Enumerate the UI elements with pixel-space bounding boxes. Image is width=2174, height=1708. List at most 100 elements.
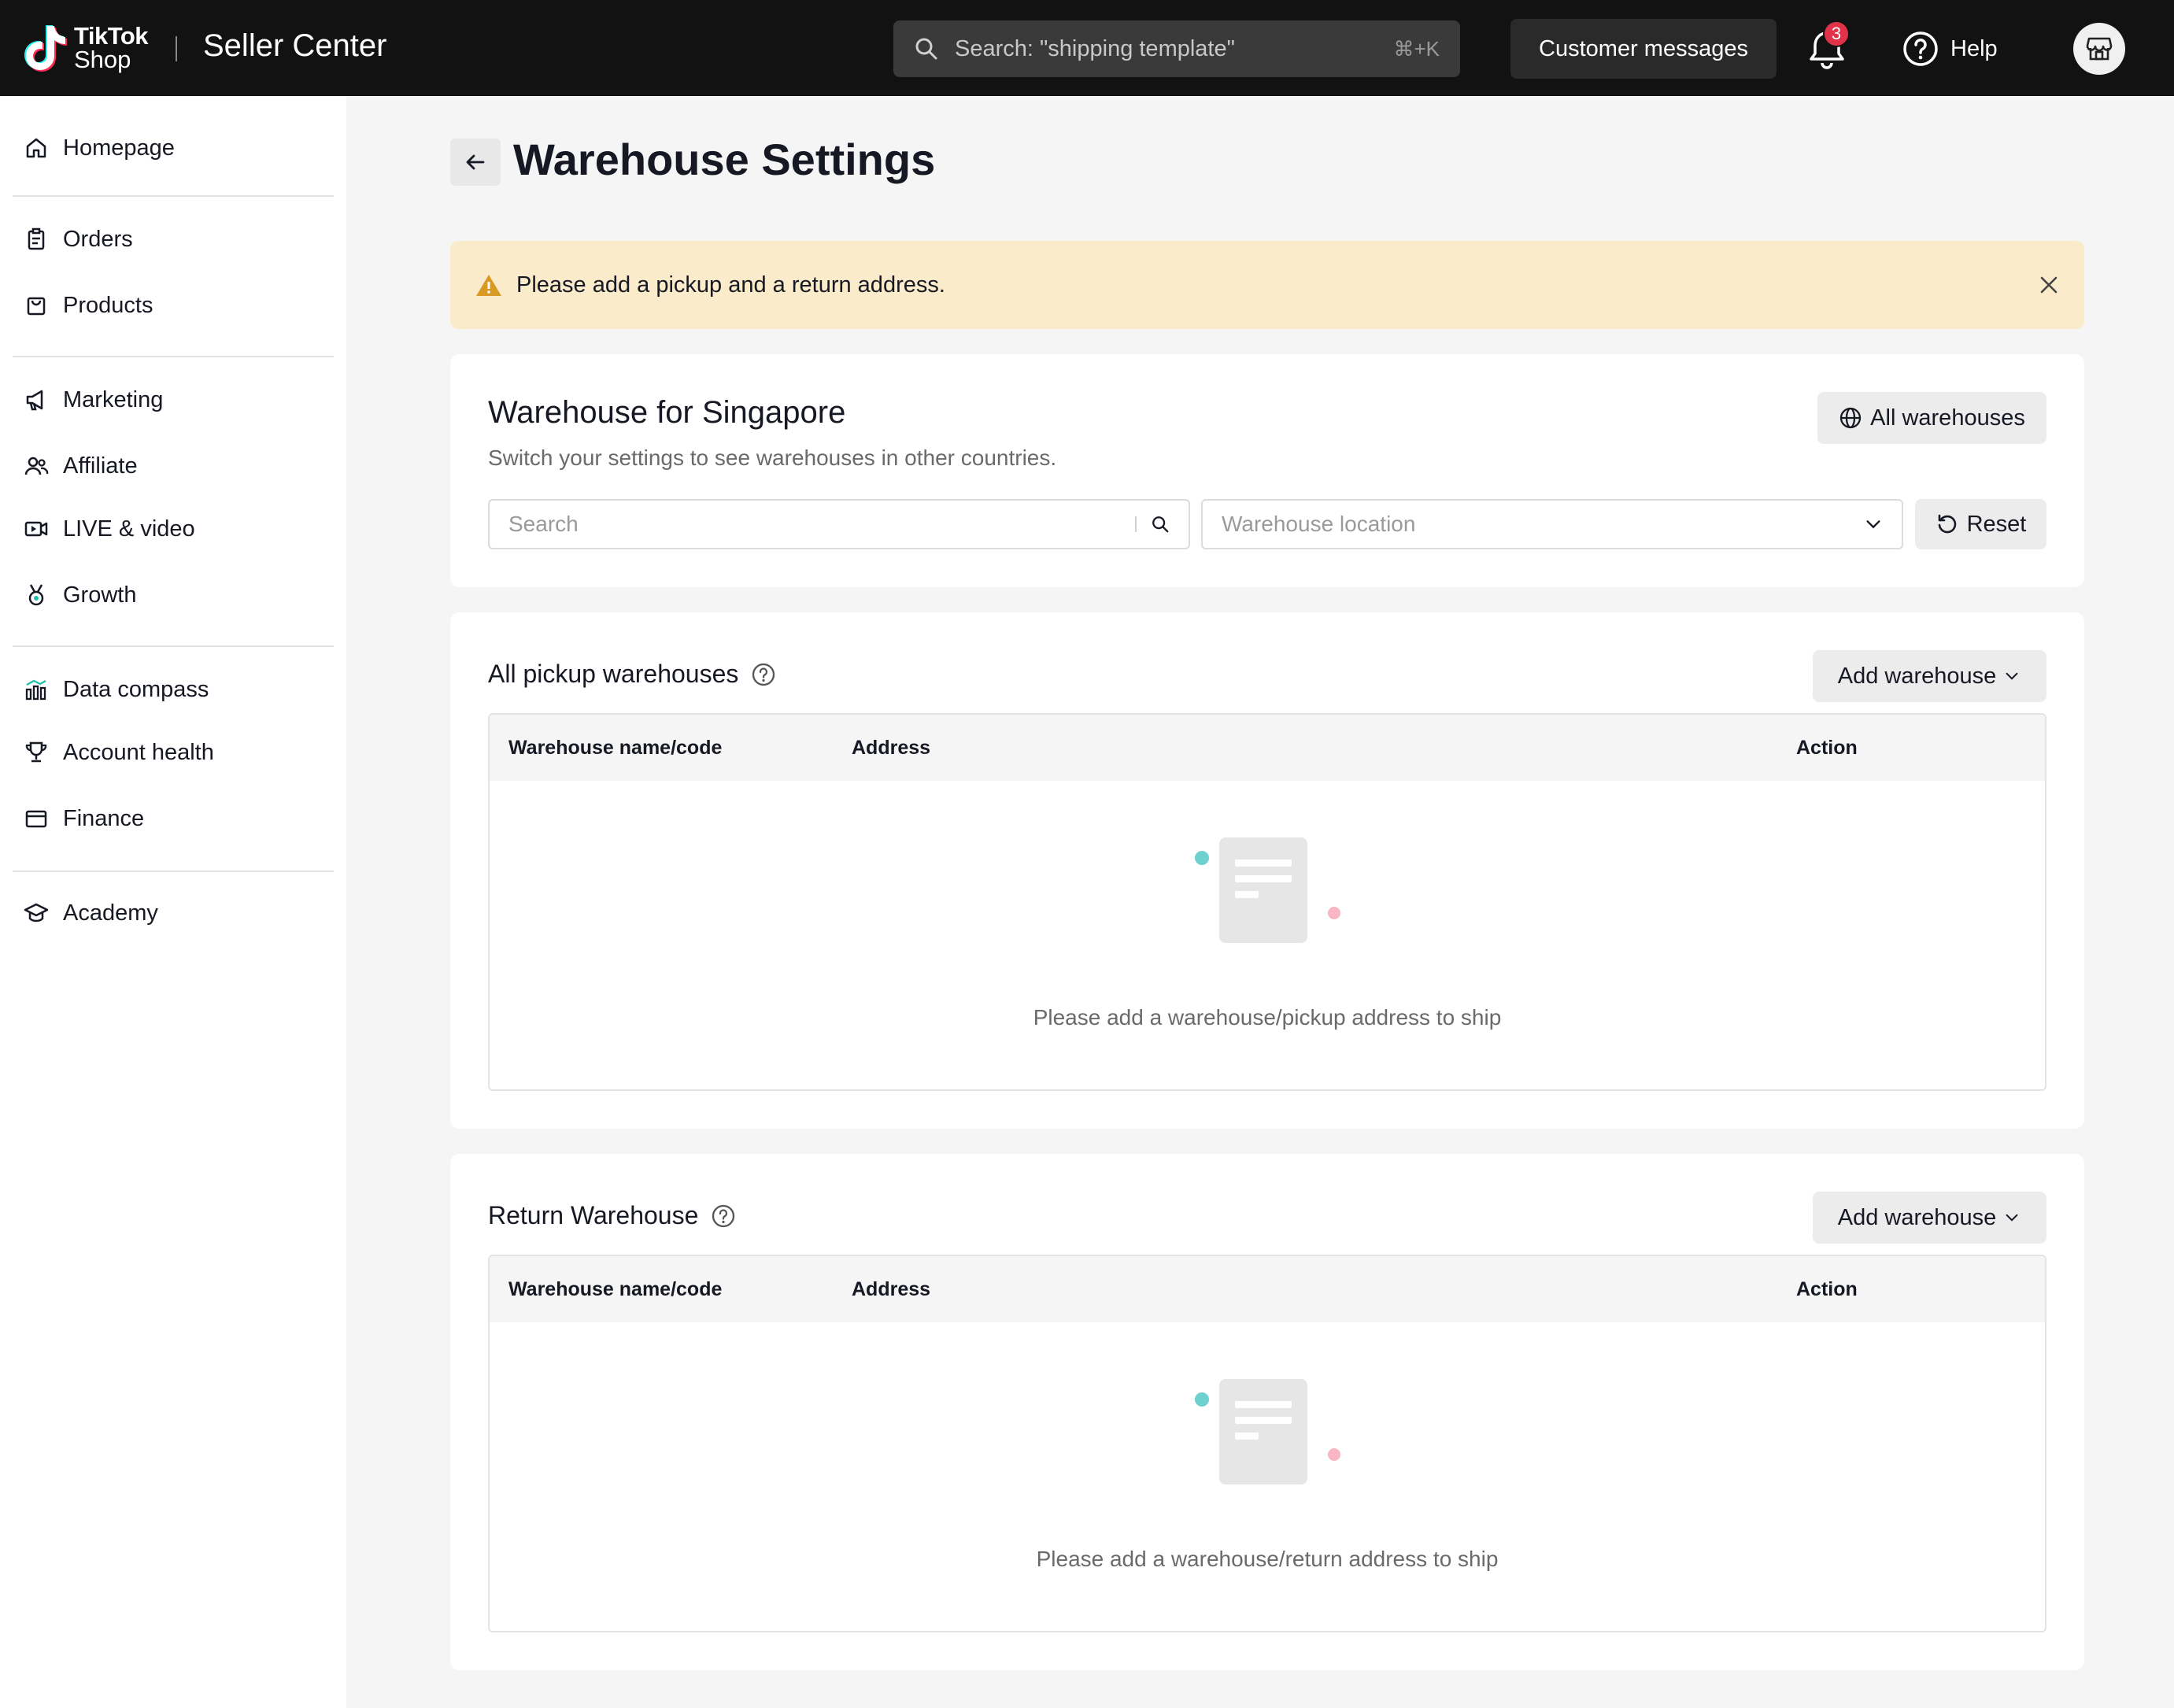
sidebar-item-data-compass[interactable]: Data compass — [24, 666, 209, 713]
column-header-name: Warehouse name/code — [508, 737, 723, 759]
empty-document-icon — [1195, 837, 1340, 943]
grad-cap-icon — [24, 903, 49, 922]
pickup-title-text: All pickup warehouses — [488, 660, 739, 688]
question-circle-icon[interactable] — [711, 1203, 736, 1229]
sidebar-item-label: Growth — [63, 582, 137, 608]
reset-icon — [1938, 514, 1956, 534]
arrow-left-icon — [466, 154, 485, 170]
logo-line-1: TikTok — [74, 22, 149, 50]
sidebar-item-label: Orders — [63, 226, 133, 252]
pickup-warehouses-title: All pickup warehouses — [488, 660, 776, 689]
users-icon — [24, 457, 49, 475]
warehouse-search-input[interactable] — [508, 512, 1135, 537]
close-icon[interactable] — [2039, 275, 2059, 295]
sidebar-item-affiliate[interactable]: Affiliate — [24, 442, 138, 490]
all-warehouses-label: All warehouses — [1870, 405, 2025, 431]
home-icon — [26, 138, 46, 158]
top-bar: TikTok Shop Seller Center Search: "shipp… — [0, 0, 2174, 96]
sidebar-item-label: Affiliate — [63, 453, 138, 479]
return-warehouses-table: Warehouse name/code Address Action Pleas… — [488, 1255, 2046, 1632]
search-icon — [915, 38, 937, 60]
sidebar-item-account-health[interactable]: Account health — [24, 729, 214, 776]
global-search-placeholder: Search: "shipping template" — [955, 35, 1235, 61]
sidebar: Homepage Orders Products Marketing Affil… — [0, 96, 346, 1708]
sidebar-item-label: LIVE & video — [63, 516, 195, 542]
medal-icon — [28, 584, 44, 606]
table-body: Please add a warehouse/return address to… — [490, 1322, 2045, 1631]
video-icon — [24, 521, 48, 537]
pickup-empty-message: Please add a warehouse/pickup address to… — [1033, 1005, 1502, 1030]
sidebar-item-orders[interactable]: Orders — [24, 216, 133, 263]
sidebar-item-academy[interactable]: Academy — [24, 889, 158, 937]
table-header: Warehouse name/code Address Action — [490, 715, 2045, 781]
add-warehouse-label: Add warehouse — [1837, 1204, 1997, 1230]
help-label: Help — [1950, 35, 1998, 61]
logo-wordmark: TikTok Shop — [74, 22, 149, 73]
card-icon — [25, 810, 47, 828]
notification-badge: 3 — [1823, 20, 1850, 47]
add-pickup-warehouse-button[interactable]: Add warehouse — [1813, 650, 2046, 702]
warning-alert: Please add a pickup and a return address… — [450, 241, 2084, 329]
warehouse-country-title: Warehouse for Singapore — [488, 395, 846, 430]
sidebar-item-label: Academy — [63, 900, 158, 926]
sidebar-divider — [13, 356, 334, 357]
sidebar-item-finance[interactable]: Finance — [24, 795, 144, 842]
seller-center-title: Seller Center — [203, 28, 387, 63]
add-warehouse-label: Add warehouse — [1837, 663, 1997, 689]
warehouse-filter-card: Warehouse for Singapore Switch your sett… — [450, 354, 2084, 587]
tiktok-shop-logo[interactable]: TikTok Shop — [24, 22, 149, 74]
reset-label: Reset — [1966, 511, 2027, 537]
return-empty-message: Please add a warehouse/return address to… — [1036, 1547, 1499, 1571]
column-header-address: Address — [852, 737, 931, 759]
customer-messages-button[interactable]: Customer messages — [1510, 19, 1777, 79]
warehouse-location-select[interactable]: Warehouse location — [1201, 499, 1903, 549]
page-title: Warehouse Settings — [513, 135, 936, 184]
shop-avatar[interactable] — [2073, 23, 2125, 75]
sidebar-item-live-video[interactable]: LIVE & video — [24, 505, 195, 553]
search-icon[interactable] — [1151, 515, 1170, 534]
alert-message: Please add a pickup and a return address… — [516, 272, 945, 298]
sidebar-item-label: Products — [63, 292, 153, 318]
warehouse-search-field[interactable] — [488, 499, 1190, 549]
sidebar-item-label: Data compass — [63, 676, 209, 702]
bag-icon — [27, 297, 46, 316]
column-header-action: Action — [1796, 737, 1858, 759]
logo-divider — [176, 36, 177, 61]
help-button[interactable]: Help — [1902, 30, 1998, 68]
chevron-down-icon — [2006, 1214, 2018, 1222]
empty-document-icon — [1195, 1379, 1340, 1484]
sidebar-item-growth[interactable]: Growth — [24, 571, 136, 619]
clipboard-icon — [28, 227, 45, 250]
pickup-warehouses-table: Warehouse name/code Address Action Pleas… — [488, 713, 2046, 1091]
global-search-input[interactable]: Search: "shipping template" ⌘+K — [893, 20, 1460, 77]
table-body: Please add a warehouse/pickup address to… — [490, 781, 2045, 1089]
sidebar-divider — [13, 195, 334, 197]
table-header: Warehouse name/code Address Action — [490, 1256, 2045, 1322]
return-warehouse-card: Return Warehouse Add warehouse Warehouse… — [450, 1154, 2084, 1670]
warehouse-country-subtitle: Switch your settings to see warehouses i… — [488, 445, 1057, 470]
sidebar-item-label: Homepage — [63, 135, 175, 161]
reset-button[interactable]: Reset — [1915, 499, 2046, 549]
globe-icon — [1840, 407, 1862, 429]
sidebar-item-label: Finance — [63, 805, 145, 831]
help-icon — [1903, 31, 1938, 66]
sidebar-item-products[interactable]: Products — [24, 282, 153, 329]
column-header-name: Warehouse name/code — [508, 1278, 723, 1300]
add-return-warehouse-button[interactable]: Add warehouse — [1813, 1192, 2046, 1244]
sidebar-item-marketing[interactable]: Marketing — [24, 376, 163, 423]
all-warehouses-button[interactable]: All warehouses — [1817, 392, 2046, 444]
return-warehouse-title: Return Warehouse — [488, 1201, 736, 1230]
chevron-down-icon — [1866, 520, 1880, 529]
column-header-address: Address — [852, 1278, 931, 1300]
sidebar-item-label: Marketing — [63, 386, 164, 412]
question-circle-icon[interactable] — [751, 662, 776, 687]
warehouse-location-placeholder: Warehouse location — [1222, 512, 1416, 536]
back-button[interactable] — [450, 139, 501, 186]
tiktok-note-icon — [24, 25, 67, 72]
logo-line-2: Shop — [74, 46, 131, 73]
sidebar-divider — [13, 871, 334, 872]
megaphone-icon — [26, 390, 43, 411]
sidebar-item-homepage[interactable]: Homepage — [24, 124, 175, 172]
return-title-text: Return Warehouse — [488, 1201, 699, 1229]
search-separator — [1135, 516, 1137, 532]
